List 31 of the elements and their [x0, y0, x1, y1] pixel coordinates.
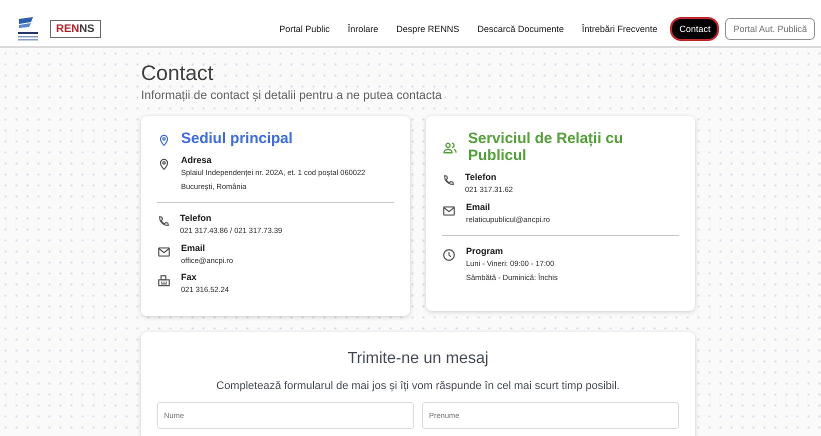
info-label: Fax — [181, 272, 198, 282]
agency-logo-drawing — [16, 16, 40, 42]
nav-link[interactable]: Înrolare — [340, 19, 386, 39]
phone-icon — [157, 215, 170, 228]
envelope-icon — [157, 244, 171, 258]
people-icon — [442, 140, 458, 156]
page-title: Contact — [141, 62, 214, 86]
nav-link[interactable]: Întrebări Frecvente — [574, 19, 664, 39]
portal-button[interactable]: Portal Aut. Publică — [725, 18, 815, 40]
form-subtitle: Completează formularul de mai jos și îți vom răspunde în cel mai scurt timp posibil. — [215, 380, 621, 392]
info-label: Telefon — [180, 213, 212, 223]
info-label: Email — [181, 242, 206, 252]
info-label: Telefon — [465, 172, 498, 182]
nav-link[interactable]: Portal Public — [272, 19, 337, 39]
form-title: Trimite-ne un mesaj — [346, 350, 490, 368]
info-label: Adresa — [181, 155, 213, 165]
card-title: Sediul principal — [181, 130, 293, 147]
nav-link[interactable]: Despre RENNS — [389, 19, 466, 39]
envelope-icon — [442, 204, 456, 218]
phone-icon — [442, 174, 455, 187]
location-pin-icon — [157, 132, 171, 146]
nav-link[interactable]: Descarcă Documente — [470, 19, 571, 39]
card-title: Serviciul de Relații cu Publicul — [468, 130, 624, 164]
page-subtitle: Informații de contact și detalii pentru a ne putea contacta — [141, 88, 443, 102]
clock-icon — [442, 248, 456, 262]
nav-link[interactable]: Contact — [672, 19, 718, 39]
location-pin-icon — [157, 157, 171, 171]
info-label: Program — [466, 246, 504, 256]
fax-icon — [157, 274, 171, 288]
brand-logo[interactable]: RENNS — [50, 20, 101, 38]
info-label: Email — [466, 202, 492, 212]
